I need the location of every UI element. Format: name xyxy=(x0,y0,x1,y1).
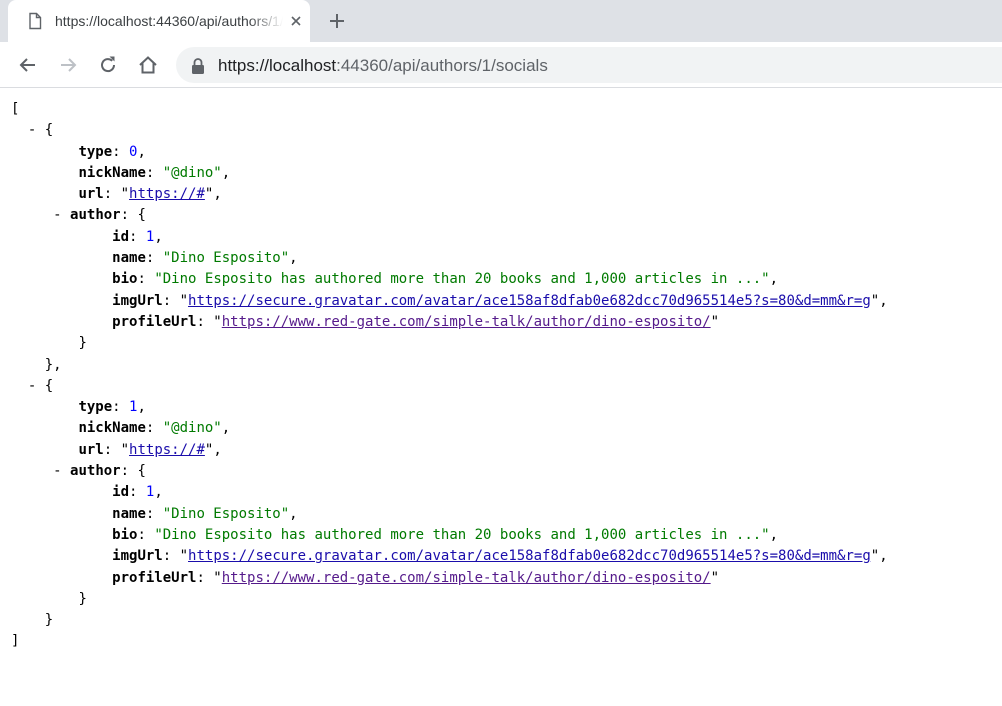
collapse-toggle[interactable]: - xyxy=(53,463,61,479)
collapse-toggle[interactable]: - { xyxy=(28,122,53,138)
json-row: } xyxy=(11,589,996,610)
json-row: profileUrl: "https://www.red-gate.com/si… xyxy=(112,313,720,330)
json-string: "@dino" xyxy=(162,420,222,437)
reload-icon[interactable] xyxy=(96,53,120,77)
json-key: id xyxy=(112,484,130,501)
browser-toolbar: https://localhost:44360/api/authors/1/so… xyxy=(0,42,1002,88)
json-key: bio xyxy=(112,526,138,543)
json-row: bio: "Dino Esposito has authored more th… xyxy=(112,526,779,543)
collapse-toggle[interactable]: - { xyxy=(28,378,53,394)
back-arrow-icon[interactable] xyxy=(16,53,40,77)
json-row: nickName: "@dino", xyxy=(78,164,231,181)
json-string: "Dino Esposito has authored more than 20… xyxy=(154,526,770,543)
url-text[interactable]: https://localhost:44360/api/authors/1/so… xyxy=(218,56,548,76)
json-row: - author: { xyxy=(53,463,146,480)
object-toggle[interactable]: - { xyxy=(11,376,996,397)
json-row: bio: "Dino Esposito has authored more th… xyxy=(112,271,779,288)
json-string: "Dino Esposito" xyxy=(162,505,290,522)
json-key: url xyxy=(78,186,104,203)
url-link[interactable]: https://# xyxy=(129,442,205,458)
json-row: id: 1, xyxy=(112,228,163,245)
json-row: imgUrl: "https://secure.gravatar.com/ava… xyxy=(112,292,888,309)
json-row: url: "https://#", xyxy=(78,441,222,458)
json-row: - author: { xyxy=(53,207,146,224)
lock-icon[interactable] xyxy=(191,58,205,74)
json-string: "@dino" xyxy=(162,164,222,181)
json-row: profileUrl: "https://www.red-gate.com/si… xyxy=(112,569,720,586)
profileurl-link[interactable]: https://www.red-gate.com/simple-talk/aut… xyxy=(222,314,711,330)
brace: }, xyxy=(44,356,62,373)
json-number: 1 xyxy=(129,399,138,416)
json-key: url xyxy=(78,441,104,458)
imgurl-link[interactable]: https://secure.gravatar.com/avatar/ace15… xyxy=(188,548,871,564)
brace: } xyxy=(44,612,54,629)
brace: } xyxy=(78,590,87,607)
json-key: name xyxy=(112,505,146,522)
tab-strip: https://localhost:44360/api/authors/1/so… xyxy=(0,0,1002,42)
json-key: profileUrl xyxy=(112,313,197,330)
json-key: name xyxy=(112,250,146,267)
address-bar[interactable]: https://localhost:44360/api/authors/1/so… xyxy=(176,47,1002,83)
json-string: "Dino Esposito has authored more than 20… xyxy=(154,271,770,288)
close-tab-icon[interactable] xyxy=(287,12,305,30)
profileurl-link[interactable]: https://www.red-gate.com/simple-talk/aut… xyxy=(222,570,711,586)
json-row: nickName: "@dino", xyxy=(78,420,231,437)
active-tab[interactable]: https://localhost:44360/api/authors/1/so… xyxy=(8,0,310,42)
json-row: imgUrl: "https://secure.gravatar.com/ava… xyxy=(112,548,888,565)
json-viewer: [ - { type: 0, nickName: "@dino", url: "… xyxy=(11,99,996,653)
json-row: id: 1, xyxy=(112,484,163,501)
imgurl-link[interactable]: https://secure.gravatar.com/avatar/ace15… xyxy=(188,293,871,309)
json-key: bio xyxy=(112,271,138,288)
object-toggle[interactable]: - { xyxy=(11,120,996,141)
brace: } xyxy=(78,335,87,352)
url-host: https://localhost xyxy=(218,56,337,75)
url-path: :44360/api/authors/1/socials xyxy=(336,56,548,75)
url-link[interactable]: https://# xyxy=(129,186,205,202)
json-row: }, xyxy=(11,355,996,376)
json-row: name: "Dino Esposito", xyxy=(112,250,298,267)
json-key: nickName xyxy=(78,164,146,181)
json-key: type xyxy=(78,399,113,416)
json-key: nickName xyxy=(78,420,146,437)
forward-arrow-icon[interactable] xyxy=(56,53,80,77)
json-key: profileUrl xyxy=(112,569,197,586)
json-row: url: "https://#", xyxy=(78,186,222,203)
json-row: } xyxy=(11,610,996,631)
json-row: name: "Dino Esposito", xyxy=(112,505,298,522)
json-key: type xyxy=(78,143,113,160)
array-close: ] xyxy=(11,633,20,650)
new-tab-icon[interactable] xyxy=(326,10,348,32)
json-number: 1 xyxy=(145,228,155,245)
json-number: 0 xyxy=(129,143,138,160)
json-row: type: 1, xyxy=(78,399,146,416)
json-key: imgUrl xyxy=(112,548,163,565)
json-row: type: 0, xyxy=(78,143,146,160)
json-row: } xyxy=(11,333,996,354)
document-icon xyxy=(29,12,42,30)
home-icon[interactable] xyxy=(136,53,160,77)
json-string: "Dino Esposito" xyxy=(162,250,290,267)
json-number: 1 xyxy=(145,484,155,501)
json-key: imgUrl xyxy=(112,292,163,309)
tab-title: https://localhost:44360/api/authors/1/so… xyxy=(55,13,283,29)
array-open: [ xyxy=(11,101,20,117)
json-key: author xyxy=(70,207,121,224)
json-key: id xyxy=(112,228,130,245)
json-key: author xyxy=(70,463,121,480)
collapse-toggle[interactable]: - xyxy=(53,207,61,223)
